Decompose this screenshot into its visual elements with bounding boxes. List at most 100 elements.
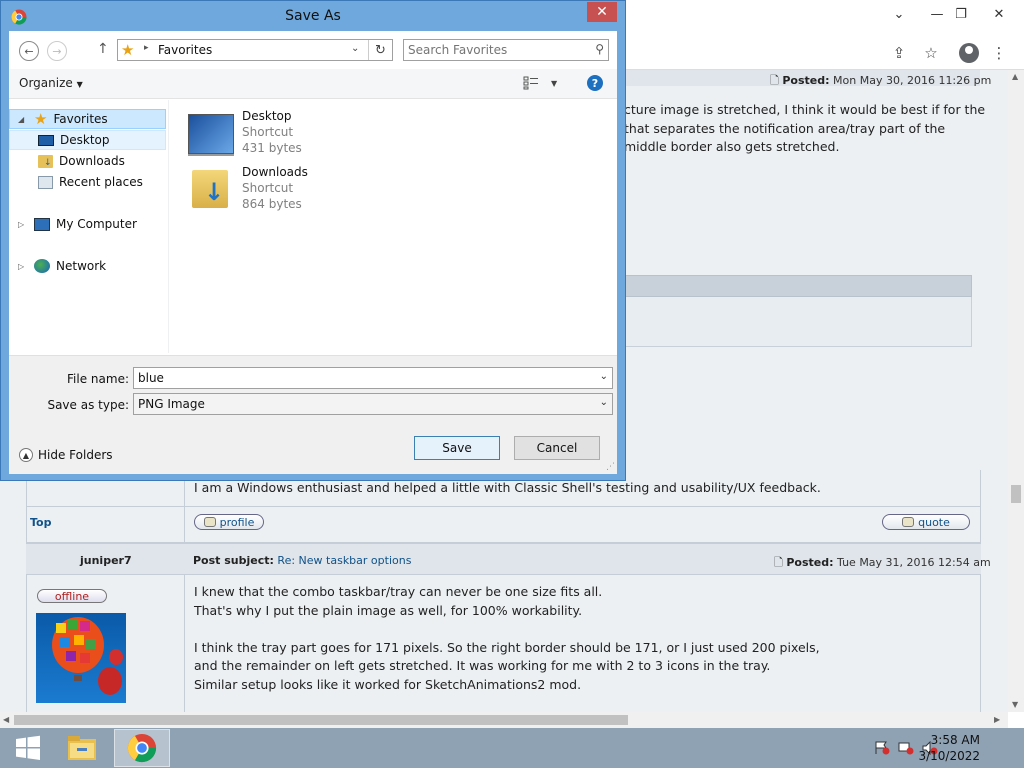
scroll-down-arrow-icon[interactable]: ▼ xyxy=(1012,700,1018,709)
post2-author[interactable]: juniper7 xyxy=(80,554,132,567)
signature-text: I am a Windows enthusiast and helped a l… xyxy=(194,480,821,495)
tree-item-my-computer[interactable]: ▷ My Computer xyxy=(9,214,137,234)
file-type: Shortcut xyxy=(242,125,294,139)
scroll-right-arrow-icon[interactable]: ▶ xyxy=(994,715,1000,724)
save-button[interactable]: Save xyxy=(414,436,500,460)
action-center-flag-icon[interactable] xyxy=(874,741,890,755)
post2-subject-link[interactable]: Re: New taskbar options xyxy=(277,554,411,567)
address-text: Favorites xyxy=(158,43,213,57)
dialog-body: ← → ↑ ★ ▸ Favorites ⌄ ↻ ⚲ Organize ▼ xyxy=(9,31,617,474)
forward-icon[interactable]: → xyxy=(47,41,67,61)
tree-item-network[interactable]: ▷ Network xyxy=(9,256,106,276)
horizontal-scrollbar[interactable]: ◀ ▶ xyxy=(0,712,1008,728)
view-options[interactable]: ▼ xyxy=(523,76,557,90)
cancel-button[interactable]: Cancel xyxy=(514,436,600,460)
file-list: Desktop Shortcut 431 bytes ↓ Downloads S… xyxy=(170,100,617,353)
vertical-scroll-thumb[interactable] xyxy=(1011,485,1021,503)
chevron-down-icon[interactable]: ⌄ xyxy=(600,371,608,382)
status-badge: offline xyxy=(37,589,107,603)
file-name: Downloads xyxy=(242,165,308,179)
organize-button[interactable]: Organize ▼ xyxy=(19,76,83,90)
quote-icon xyxy=(902,517,915,527)
save-form: File name: blue ⌄ Save as type: PNG Imag… xyxy=(9,355,617,474)
navigation-pane: ◢ ★ Favorites Desktop ↓ Downloads Recent… xyxy=(9,100,169,353)
dialog-title: Save As xyxy=(285,8,341,24)
system-clock[interactable]: 3:58 AM 3/10/2022 xyxy=(918,732,980,764)
collapsed-arrow-icon[interactable]: ▷ xyxy=(18,220,28,229)
post1-line: that separates the notification area/tra… xyxy=(624,120,946,136)
profile-button[interactable]: profile xyxy=(194,514,264,530)
refresh-icon[interactable]: ↻ xyxy=(368,40,392,60)
address-history-chevron-icon[interactable]: ⌄ xyxy=(351,43,359,54)
chevron-down-icon: ▼ xyxy=(76,80,83,89)
file-name-label: File name: xyxy=(67,372,129,386)
post1-body: cture image is stretched, I think it wou… xyxy=(624,101,985,157)
expanded-arrow-icon[interactable]: ◢ xyxy=(18,115,28,124)
vertical-scrollbar[interactable]: ▲ ▼ xyxy=(1008,70,1024,712)
tree-item-downloads[interactable]: ↓ Downloads xyxy=(9,151,125,171)
collapsed-arrow-icon[interactable]: ▷ xyxy=(18,262,28,271)
file-item-downloads[interactable]: ↓ Downloads Shortcut 864 bytes xyxy=(188,164,308,216)
windows-logo-icon xyxy=(16,735,40,760)
downloads-shortcut-icon: ↓ xyxy=(188,164,234,208)
view-details-icon[interactable] xyxy=(523,76,539,90)
start-button[interactable] xyxy=(0,729,56,767)
taskbar-chrome[interactable] xyxy=(114,729,170,767)
downloads-folder-icon: ↓ xyxy=(38,154,53,168)
tree-item-recent-places[interactable]: Recent places xyxy=(9,172,143,192)
share-icon[interactable]: ⇪ xyxy=(888,42,910,64)
search-icon[interactable]: ⚲ xyxy=(595,42,604,56)
chrome-icon xyxy=(127,733,157,763)
tree-item-favorites[interactable]: ◢ ★ Favorites xyxy=(9,109,166,129)
quote-button[interactable]: quote xyxy=(882,514,970,530)
horizontal-scroll-thumb[interactable] xyxy=(14,715,628,725)
resize-grip-icon[interactable]: ⋰ xyxy=(606,462,615,472)
up-folder-icon[interactable]: ↑ xyxy=(97,41,109,57)
restore-button[interactable]: ❐ xyxy=(946,0,976,28)
dialog-titlebar[interactable]: Save As ✕ xyxy=(1,1,625,31)
profile-avatar-icon[interactable] xyxy=(958,42,980,64)
file-name-field[interactable]: blue ⌄ xyxy=(133,367,613,389)
dialog-close-button[interactable]: ✕ xyxy=(587,2,617,22)
taskbar: 3:58 AM 3/10/2022 xyxy=(0,728,1024,768)
chevron-down-icon[interactable]: ⌄ xyxy=(600,397,608,408)
network-status-icon[interactable] xyxy=(898,741,914,755)
menu-kebab-icon[interactable]: ⋮ xyxy=(988,42,1010,64)
recent-places-icon xyxy=(38,175,53,189)
address-bar[interactable]: ★ ▸ Favorites ⌄ ↻ xyxy=(117,39,393,61)
back-icon[interactable]: ← xyxy=(19,41,39,61)
scroll-left-arrow-icon[interactable]: ◀ xyxy=(3,715,9,724)
view-chevron-icon[interactable]: ▼ xyxy=(551,79,557,88)
post-icon: 🗋 xyxy=(774,556,783,569)
computer-icon xyxy=(34,217,50,231)
save-type-select[interactable]: PNG Image ⌄ xyxy=(133,393,613,415)
clock-time: 3:58 AM xyxy=(930,733,980,747)
file-type: Shortcut xyxy=(242,181,294,195)
divider xyxy=(26,574,981,575)
tree-item-desktop[interactable]: Desktop xyxy=(9,130,166,150)
save-as-dialog: Save As ✕ ← → ↑ ★ ▸ Favorites ⌄ ↻ ⚲ Orga… xyxy=(0,0,626,481)
collapse-up-icon: ▲ xyxy=(19,448,33,462)
taskbar-file-explorer[interactable] xyxy=(54,729,110,767)
folder-icon xyxy=(68,736,96,760)
post1-line: cture image is stretched, I think it wou… xyxy=(624,102,986,117)
tab-search-chevron-icon[interactable]: ⌄ xyxy=(884,0,914,28)
hide-folders-button[interactable]: ▲ Hide Folders xyxy=(19,448,113,462)
close-window-button[interactable]: ✕ xyxy=(984,0,1014,28)
search-input[interactable] xyxy=(408,42,578,58)
save-type-label: Save as type: xyxy=(47,398,129,412)
command-bar: Organize ▼ ▼ ? xyxy=(9,69,617,99)
bookmark-star-icon[interactable]: ☆ xyxy=(920,42,942,64)
post2-subject: Post subject: Re: New taskbar options xyxy=(193,554,412,567)
post1-posted: 🗋 Posted: Mon May 30, 2016 11:26 pm xyxy=(770,74,992,87)
file-size: 864 bytes xyxy=(242,197,302,211)
top-link[interactable]: Top xyxy=(30,516,51,529)
code-block xyxy=(620,297,972,347)
scroll-up-arrow-icon[interactable]: ▲ xyxy=(1012,72,1018,81)
post-icon: 🗋 xyxy=(770,74,779,87)
search-box[interactable]: ⚲ xyxy=(403,39,609,61)
help-icon[interactable]: ? xyxy=(587,75,603,91)
favorites-star-icon: ★ xyxy=(121,41,135,59)
file-item-desktop[interactable]: Desktop Shortcut 431 bytes xyxy=(188,108,302,160)
file-size: 431 bytes xyxy=(242,141,302,155)
